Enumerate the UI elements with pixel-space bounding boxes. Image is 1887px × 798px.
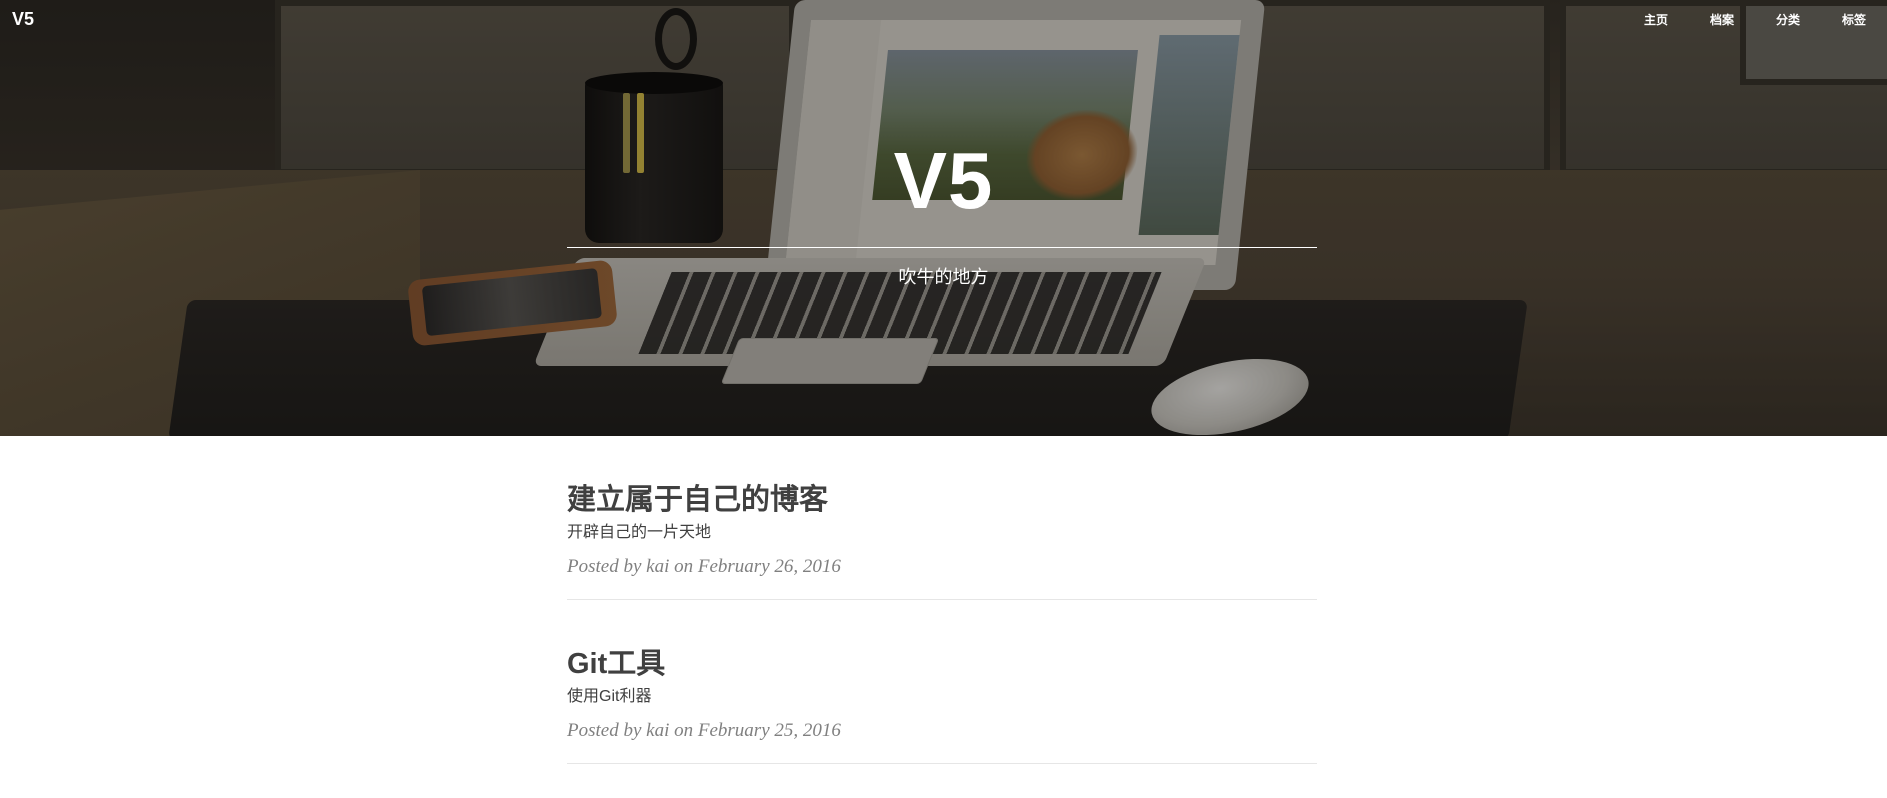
post-title-link[interactable]: Git工具: [567, 646, 1317, 682]
post-subtitle: 开辟自己的一片天地: [567, 524, 712, 541]
site-subtitle: 吹牛的地方: [898, 267, 989, 287]
post-meta: Posted by kai on February 26, 2016: [567, 555, 1317, 579]
post-title-link[interactable]: 建立属于自己的博客: [567, 482, 1317, 518]
post-preview: Git工具 使用Git利器 Posted by kai on February …: [567, 600, 1317, 764]
post-list: 建立属于自己的博客 开辟自己的一片天地 Posted by kai on Feb…: [567, 436, 1317, 764]
nav-links: 主页 档案 分类 标签: [1623, 11, 1887, 28]
hero-header: V5 主页 档案 分类 标签 V5 吹牛的地方: [0, 0, 1887, 436]
nav-link-tags[interactable]: 标签: [1821, 11, 1887, 28]
hero-divider: [567, 247, 1317, 248]
post-author-link[interactable]: kai: [646, 556, 669, 577]
nav-brand[interactable]: V5: [12, 9, 34, 30]
site-title: V5: [893, 136, 994, 225]
post-author-link[interactable]: kai: [646, 720, 669, 741]
post-subtitle: 使用Git利器: [567, 688, 652, 705]
post-meta-prefix: Posted by: [567, 720, 642, 741]
post-date: on February 25, 2016: [674, 720, 841, 741]
post-preview: 建立属于自己的博客 开辟自己的一片天地 Posted by kai on Feb…: [567, 436, 1317, 600]
post-meta-prefix: Posted by: [567, 556, 642, 577]
post-date: on February 26, 2016: [674, 556, 841, 577]
post-meta: Posted by kai on February 25, 2016: [567, 719, 1317, 743]
nav-link-categories[interactable]: 分类: [1755, 11, 1821, 28]
nav-link-home[interactable]: 主页: [1623, 11, 1689, 28]
nav-link-archive[interactable]: 档案: [1689, 11, 1755, 28]
